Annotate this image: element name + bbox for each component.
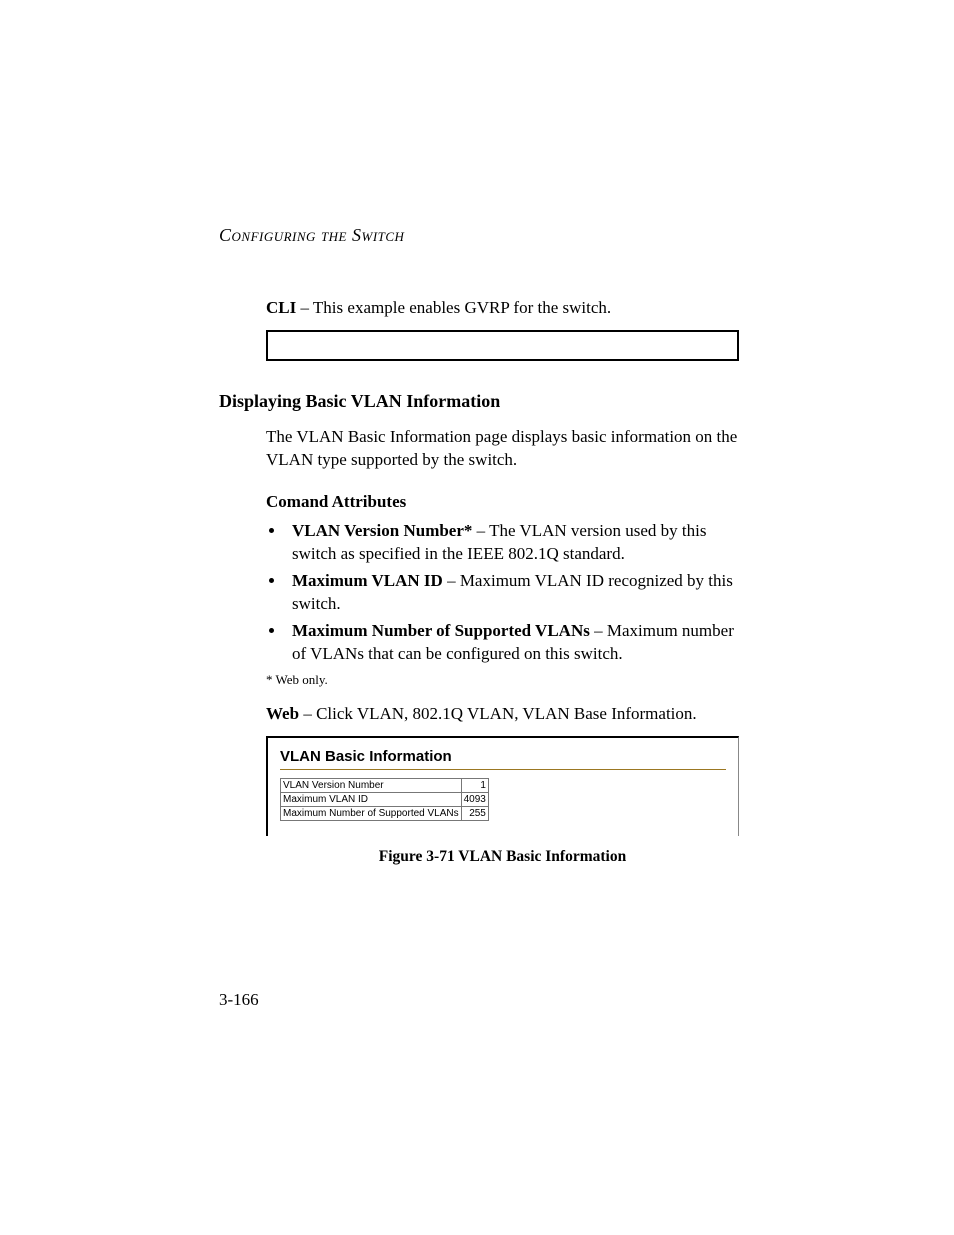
table-row: Maximum VLAN ID 4093 <box>281 792 489 806</box>
web-label: Web <box>266 704 299 723</box>
page-container: Configuring the Switch CLI – This exampl… <box>0 0 954 1235</box>
row-label: VLAN Version Number <box>281 778 462 792</box>
cli-label: CLI <box>266 298 296 317</box>
attribute-term: Maximum VLAN ID <box>292 571 443 590</box>
row-label: Maximum Number of Supported VLANs <box>281 806 462 820</box>
running-head: Configuring the Switch <box>219 225 739 246</box>
panel-divider <box>280 769 726 770</box>
attribute-item: Maximum Number of Supported VLANs – Maxi… <box>286 620 739 666</box>
attribute-term: VLAN Version Number* <box>292 521 472 540</box>
web-line: Web – Click VLAN, 802.1Q VLAN, VLAN Base… <box>266 704 739 724</box>
attribute-item: Maximum VLAN ID – Maximum VLAN ID recogn… <box>286 570 739 616</box>
panel-title: VLAN Basic Information <box>280 748 726 765</box>
table-row: Maximum Number of Supported VLANs 255 <box>281 806 489 820</box>
row-value: 255 <box>461 806 488 820</box>
row-label: Maximum VLAN ID <box>281 792 462 806</box>
cli-line: CLI – This example enables GVRP for the … <box>266 298 739 318</box>
page-number: 3-166 <box>219 990 259 1010</box>
code-box <box>266 330 739 361</box>
row-value: 4093 <box>461 792 488 806</box>
cli-block: CLI – This example enables GVRP for the … <box>266 298 739 361</box>
table-row: VLAN Version Number 1 <box>281 778 489 792</box>
web-text: – Click VLAN, 802.1Q VLAN, VLAN Base Inf… <box>299 704 697 723</box>
section-body: The VLAN Basic Information page displays… <box>266 426 739 866</box>
attributes-heading: Comand Attributes <box>266 492 739 512</box>
cli-text: – This example enables GVRP for the swit… <box>296 298 611 317</box>
attribute-term: Maximum Number of Supported VLANs <box>292 621 590 640</box>
running-head-text: Configuring the Switch <box>219 225 404 245</box>
section-heading: Displaying Basic VLAN Information <box>219 391 739 412</box>
footnote: * Web only. <box>266 672 739 688</box>
figure-caption: Figure 3-71 VLAN Basic Information <box>266 848 739 866</box>
info-table: VLAN Version Number 1 Maximum VLAN ID 40… <box>280 778 489 821</box>
attribute-item: VLAN Version Number* – The VLAN version … <box>286 520 739 566</box>
row-value: 1 <box>461 778 488 792</box>
intro-paragraph: The VLAN Basic Information page displays… <box>266 426 739 472</box>
attributes-list: VLAN Version Number* – The VLAN version … <box>266 520 739 666</box>
screenshot-frame: VLAN Basic Information VLAN Version Numb… <box>266 736 739 836</box>
